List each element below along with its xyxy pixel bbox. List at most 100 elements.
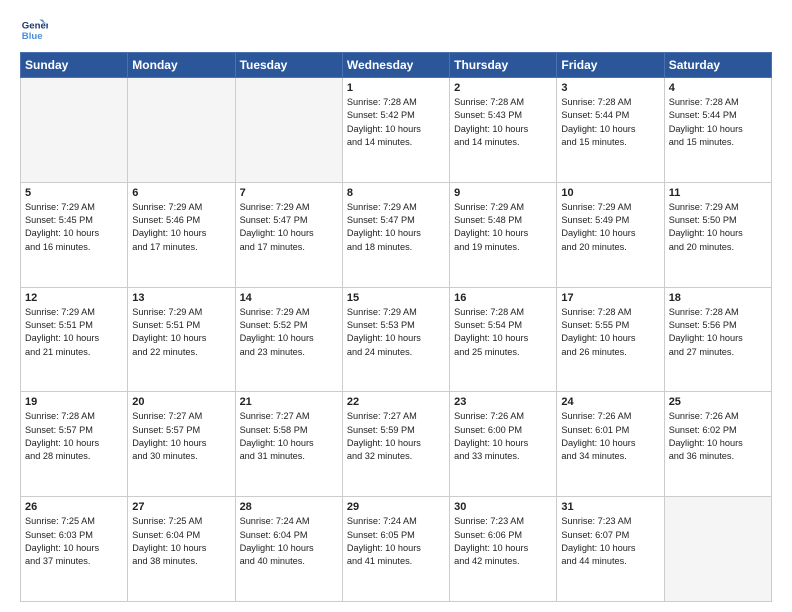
calendar-cell: 9 Sunrise: 7:29 AM Sunset: 5:48 PM Daylig… [450,182,557,287]
weekday-header: Tuesday [235,53,342,78]
day-number: 30 [454,501,552,513]
day-number: 26 [25,501,123,513]
day-info: Sunrise: 7:28 AM Sunset: 5:57 PM Dayligh… [25,410,123,463]
logo: General Blue [20,16,52,44]
calendar-cell: 24 Sunrise: 7:26 AM Sunset: 6:01 PM Dayli… [557,392,664,497]
day-info: Sunrise: 7:24 AM Sunset: 6:05 PM Dayligh… [347,515,445,568]
day-number: 12 [25,292,123,304]
day-number: 24 [561,396,659,408]
day-number: 10 [561,187,659,199]
day-number: 3 [561,82,659,94]
day-info: Sunrise: 7:29 AM Sunset: 5:48 PM Dayligh… [454,201,552,254]
weekday-header: Saturday [664,53,771,78]
day-info: Sunrise: 7:29 AM Sunset: 5:47 PM Dayligh… [347,201,445,254]
day-info: Sunrise: 7:29 AM Sunset: 5:52 PM Dayligh… [240,306,338,359]
day-number: 18 [669,292,767,304]
logo-icon: General Blue [20,16,48,44]
day-info: Sunrise: 7:27 AM Sunset: 5:59 PM Dayligh… [347,410,445,463]
calendar-cell: 13Sunrise: 7:29 AM Sunset: 5:51 PM Dayli… [128,287,235,392]
calendar-cell: 6Sunrise: 7:29 AM Sunset: 5:46 PM Daylig… [128,182,235,287]
day-info: Sunrise: 7:23 AM Sunset: 6:07 PM Dayligh… [561,515,659,568]
day-info: Sunrise: 7:28 AM Sunset: 5:54 PM Dayligh… [454,306,552,359]
day-number: 27 [132,501,230,513]
day-info: Sunrise: 7:27 AM Sunset: 5:57 PM Dayligh… [132,410,230,463]
day-number: 2 [454,82,552,94]
day-info: Sunrise: 7:28 AM Sunset: 5:44 PM Dayligh… [669,96,767,149]
weekday-header: Wednesday [342,53,449,78]
svg-text:Blue: Blue [22,31,43,42]
day-number: 14 [240,292,338,304]
day-number: 28 [240,501,338,513]
day-number: 22 [347,396,445,408]
calendar-cell: 29 Sunrise: 7:24 AM Sunset: 6:05 PM Dayli… [342,497,449,602]
calendar-cell: 23 Sunrise: 7:26 AM Sunset: 6:00 PM Dayli… [450,392,557,497]
day-info: Sunrise: 7:24 AM Sunset: 6:04 PM Dayligh… [240,515,338,568]
day-number: 11 [669,187,767,199]
day-info: Sunrise: 7:29 AM Sunset: 5:51 PM Dayligh… [25,306,123,359]
calendar-cell: 16Sunrise: 7:28 AM Sunset: 5:54 PM Dayli… [450,287,557,392]
calendar-cell: 31 Sunrise: 7:23 AM Sunset: 6:07 PM Dayli… [557,497,664,602]
calendar-cell: 3 Sunrise: 7:28 AM Sunset: 5:44 PM Daylig… [557,78,664,183]
day-number: 9 [454,187,552,199]
calendar-cell: 26Sunrise: 7:25 AM Sunset: 6:03 PM Dayli… [21,497,128,602]
calendar-cell [128,78,235,183]
day-number: 8 [347,187,445,199]
day-number: 6 [132,187,230,199]
calendar-cell: 4 Sunrise: 7:28 AM Sunset: 5:44 PM Daylig… [664,78,771,183]
day-number: 17 [561,292,659,304]
day-number: 7 [240,187,338,199]
day-number: 13 [132,292,230,304]
calendar-cell [664,497,771,602]
day-number: 5 [25,187,123,199]
calendar-cell [235,78,342,183]
calendar-cell: 14 Sunrise: 7:29 AM Sunset: 5:52 PM Dayli… [235,287,342,392]
calendar-week-row: 19 Sunrise: 7:28 AM Sunset: 5:57 PM Dayli… [21,392,772,497]
calendar-cell: 18 Sunrise: 7:28 AM Sunset: 5:56 PM Dayli… [664,287,771,392]
calendar-cell: 20 Sunrise: 7:27 AM Sunset: 5:57 PM Dayli… [128,392,235,497]
calendar-week-row: 26Sunrise: 7:25 AM Sunset: 6:03 PM Dayli… [21,497,772,602]
day-number: 31 [561,501,659,513]
day-number: 15 [347,292,445,304]
day-number: 29 [347,501,445,513]
calendar-cell: 21Sunrise: 7:27 AM Sunset: 5:58 PM Dayli… [235,392,342,497]
day-info: Sunrise: 7:26 AM Sunset: 6:00 PM Dayligh… [454,410,552,463]
header-row: SundayMondayTuesdayWednesdayThursdayFrid… [21,53,772,78]
day-info: Sunrise: 7:25 AM Sunset: 6:04 PM Dayligh… [132,515,230,568]
calendar-cell: 19 Sunrise: 7:28 AM Sunset: 5:57 PM Dayli… [21,392,128,497]
day-info: Sunrise: 7:29 AM Sunset: 5:53 PM Dayligh… [347,306,445,359]
calendar-cell: 17 Sunrise: 7:28 AM Sunset: 5:55 PM Dayli… [557,287,664,392]
day-number: 1 [347,82,445,94]
day-info: Sunrise: 7:28 AM Sunset: 5:44 PM Dayligh… [561,96,659,149]
day-info: Sunrise: 7:28 AM Sunset: 5:55 PM Dayligh… [561,306,659,359]
calendar-cell: 12 Sunrise: 7:29 AM Sunset: 5:51 PM Dayli… [21,287,128,392]
calendar-cell: 5 Sunrise: 7:29 AM Sunset: 5:45 PM Daylig… [21,182,128,287]
calendar-cell: 10 Sunrise: 7:29 AM Sunset: 5:49 PM Dayli… [557,182,664,287]
weekday-header: Sunday [21,53,128,78]
day-info: Sunrise: 7:28 AM Sunset: 5:43 PM Dayligh… [454,96,552,149]
day-info: Sunrise: 7:28 AM Sunset: 5:56 PM Dayligh… [669,306,767,359]
weekday-header: Monday [128,53,235,78]
day-number: 23 [454,396,552,408]
calendar-cell: 25 Sunrise: 7:26 AM Sunset: 6:02 PM Dayli… [664,392,771,497]
weekday-header: Thursday [450,53,557,78]
calendar-cell: 1Sunrise: 7:28 AM Sunset: 5:42 PM Daylig… [342,78,449,183]
day-info: Sunrise: 7:29 AM Sunset: 5:45 PM Dayligh… [25,201,123,254]
day-info: Sunrise: 7:29 AM Sunset: 5:49 PM Dayligh… [561,201,659,254]
day-number: 19 [25,396,123,408]
day-number: 20 [132,396,230,408]
calendar-cell: 28 Sunrise: 7:24 AM Sunset: 6:04 PM Dayli… [235,497,342,602]
day-info: Sunrise: 7:29 AM Sunset: 5:47 PM Dayligh… [240,201,338,254]
calendar-week-row: 12 Sunrise: 7:29 AM Sunset: 5:51 PM Dayli… [21,287,772,392]
calendar-week-row: 1Sunrise: 7:28 AM Sunset: 5:42 PM Daylig… [21,78,772,183]
calendar-cell: 27 Sunrise: 7:25 AM Sunset: 6:04 PM Dayli… [128,497,235,602]
day-number: 4 [669,82,767,94]
day-number: 21 [240,396,338,408]
day-info: Sunrise: 7:26 AM Sunset: 6:02 PM Dayligh… [669,410,767,463]
calendar-cell: 22 Sunrise: 7:27 AM Sunset: 5:59 PM Dayli… [342,392,449,497]
day-number: 25 [669,396,767,408]
weekday-header: Friday [557,53,664,78]
calendar-cell: 2 Sunrise: 7:28 AM Sunset: 5:43 PM Daylig… [450,78,557,183]
calendar-table: SundayMondayTuesdayWednesdayThursdayFrid… [20,52,772,602]
day-info: Sunrise: 7:26 AM Sunset: 6:01 PM Dayligh… [561,410,659,463]
calendar-cell: 7 Sunrise: 7:29 AM Sunset: 5:47 PM Daylig… [235,182,342,287]
